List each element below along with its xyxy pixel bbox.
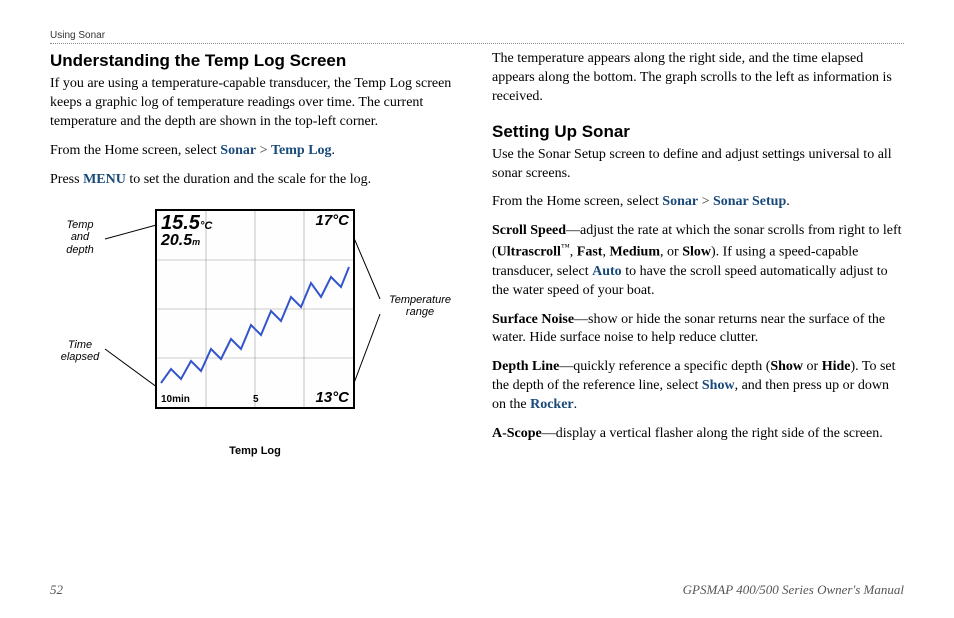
manual-title: GPSMAP 400/500 Series Owner's Manual <box>683 582 904 598</box>
setup-nav: From the Home screen, select Sonar > Son… <box>492 193 904 212</box>
templog-screen: 15.5°C 20.5m 17°C 13°C 10min 5 <box>155 209 355 409</box>
templog-nav: From the Home screen, select Sonar > Tem… <box>50 142 462 161</box>
figure-templog: Temp and depth Time elapsed Temperature … <box>50 199 462 459</box>
scr-temp: 15.5°C <box>161 213 212 233</box>
left-column: Understanding the Temp Log Screen If you… <box>50 50 462 459</box>
page-footer: 52 GPSMAP 400/500 Series Owner's Manual <box>50 582 904 598</box>
opt-surface-noise: Surface Noise—show or hide the sonar ret… <box>492 311 904 349</box>
link-sonar2: Sonar <box>662 194 698 209</box>
scr-y-bot: 13°C <box>315 390 349 405</box>
opt-scroll-speed: Scroll Speed—adjust the rate at which th… <box>492 222 904 300</box>
templog-intro: If you are using a temperature-capable t… <box>50 75 462 132</box>
opt-depth-line: Depth Line—quickly reference a specific … <box>492 358 904 415</box>
section-label: Using Sonar <box>50 30 105 41</box>
setup-intro: Use the Sonar Setup screen to define and… <box>492 146 904 184</box>
page-header: Using Sonar <box>50 30 904 44</box>
link-templog: Temp Log <box>271 143 332 158</box>
opt-a-scope: A-Scope—display a vertical flasher along… <box>492 425 904 444</box>
scr-x-mid: 5 <box>253 395 259 405</box>
link-sonar-setup: Sonar Setup <box>713 194 786 209</box>
page-number: 52 <box>50 582 63 598</box>
link-menu: MENU <box>83 172 126 187</box>
heading-setup: Setting Up Sonar <box>492 121 904 144</box>
scr-y-top: 17°C <box>315 213 349 228</box>
link-auto: Auto <box>592 264 622 279</box>
link-sonar: Sonar <box>220 143 256 158</box>
link-show: Show <box>702 378 735 393</box>
templog-continued: The temperature appears along the right … <box>492 50 904 107</box>
scr-depth: 20.5m <box>161 233 200 249</box>
link-rocker: Rocker <box>530 397 574 412</box>
right-column: The temperature appears along the right … <box>492 50 904 459</box>
figure-caption: Temp Log <box>155 444 355 459</box>
heading-templog: Understanding the Temp Log Screen <box>50 50 462 73</box>
templog-menu: Press MENU to set the duration and the s… <box>50 171 462 190</box>
scr-x-left: 10min <box>161 395 190 405</box>
